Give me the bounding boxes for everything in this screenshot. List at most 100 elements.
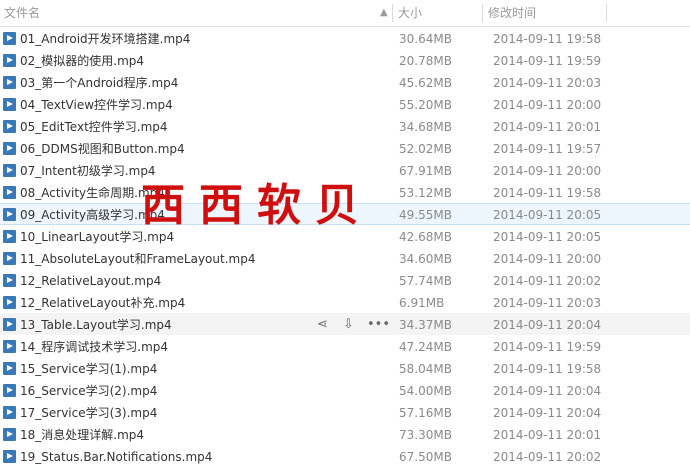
file-name[interactable]: 04_TextView控件学习.mp4 [20,94,173,116]
file-row[interactable]: 12_RelativeLayout补充.mp4 6.91MB 2014-09-11 … [0,291,690,313]
watermark-text: 西西软贝 [141,180,373,231]
file-modified-date: 2014-09-11 20:03 [493,76,602,90]
file-row[interactable]: 06_DDMS视图和Button.mp4 52.02MB 2014-09-11 19… [0,137,690,159]
file-size: 54.00MB [399,384,452,398]
file-size: 49.55MB [399,208,452,222]
file-size: 45.62MB [399,76,452,90]
file-modified-date: 2014-09-11 20:01 [493,428,602,442]
column-size-header[interactable]: 大小 [398,0,422,26]
file-modified-date: 2014-09-11 20:04 [493,318,602,332]
file-size: 58.04MB [399,362,452,376]
video-file-icon [3,384,16,397]
file-modified-date: 2014-09-11 20:05 [493,208,602,222]
file-row[interactable]: 02_模拟器的使用.mp4 20.78MB 2014-09-11 19:59 [0,49,690,71]
file-modified-date: 2014-09-11 19:58 [493,32,602,46]
video-file-icon [3,98,16,111]
file-name[interactable]: 06_DDMS视图和Button.mp4 [20,138,185,160]
file-size: 57.16MB [399,406,452,420]
column-name-header[interactable]: 文件名 [4,0,40,26]
file-name[interactable]: 17_Service学习(3).mp4 [20,402,157,424]
file-modified-date: 2014-09-11 20:05 [493,230,602,244]
file-size: 30.64MB [399,32,452,46]
file-size: 55.20MB [399,98,452,112]
file-name[interactable]: 18_消息处理详解.mp4 [20,424,144,446]
file-size: 47.24MB [399,340,452,354]
file-modified-date: 2014-09-11 20:04 [493,384,602,398]
video-file-icon [3,252,16,265]
file-modified-date: 2014-09-11 19:59 [493,54,602,68]
file-modified-date: 2014-09-11 20:00 [493,252,602,266]
file-modified-date: 2014-09-11 19:58 [493,186,602,200]
video-file-icon [3,340,16,353]
file-name[interactable]: 13_Table.Layout学习.mp4 [20,314,172,336]
video-file-icon [3,318,16,331]
file-modified-date: 2014-09-11 20:01 [493,120,602,134]
file-modified-date: 2014-09-11 19:59 [493,340,602,354]
file-row[interactable]: 01_Android开发环境搭建.mp4 30.64MB 2014-09-11 19… [0,27,690,49]
file-name[interactable]: 05_EditText控件学习.mp4 [20,116,168,138]
file-name[interactable]: 02_模拟器的使用.mp4 [20,50,144,72]
video-file-icon [3,274,16,287]
video-file-icon [3,230,16,243]
video-file-icon [3,164,16,177]
video-file-icon [3,428,16,441]
file-row[interactable]: 13_Table.Layout学习.mp4 ⋖ ⇩ ••• 34.37MB 2014-09… [0,313,690,335]
file-modified-date: 2014-09-11 20:02 [493,450,602,464]
file-name[interactable]: 12_RelativeLayout.mp4 [20,270,161,292]
file-row[interactable]: 03_第一个Android程序.mp4 45.62MB 2014-09-11 20:… [0,71,690,93]
file-size: 67.91MB [399,164,452,178]
file-list: 01_Android开发环境搭建.mp4 30.64MB 2014-09-11 19… [0,27,690,467]
column-divider[interactable] [392,4,393,22]
more-icon[interactable]: ••• [367,314,390,336]
file-row[interactable]: 17_Service学习(3).mp4 57.16MB 2014-09-11 20:… [0,401,690,423]
file-size: 42.68MB [399,230,452,244]
file-row[interactable]: 14_程序调试技术学习.mp4 47.24MB 2014-09-11 19:59 [0,335,690,357]
file-row[interactable]: 05_EditText控件学习.mp4 34.68MB 2014-09-11 20:… [0,115,690,137]
column-date-header[interactable]: 修改时间 [488,0,536,26]
file-name[interactable]: 16_Service学习(2).mp4 [20,380,157,402]
file-name[interactable]: 07_Intent初级学习.mp4 [20,160,156,182]
file-name[interactable]: 19_Status.Bar.Notifications.mp4 [20,446,212,468]
video-file-icon [3,120,16,133]
video-file-icon [3,406,16,419]
column-divider[interactable] [606,4,607,22]
file-modified-date: 2014-09-11 20:02 [493,274,602,288]
file-row[interactable]: 15_Service学习(1).mp4 58.04MB 2014-09-11 19:… [0,357,690,379]
file-row[interactable]: 04_TextView控件学习.mp4 55.20MB 2014-09-11 20:… [0,93,690,115]
video-file-icon [3,32,16,45]
file-size: 73.30MB [399,428,452,442]
file-name[interactable]: 11_AbsoluteLayout和FrameLayout.mp4 [20,248,255,270]
file-modified-date: 2014-09-11 20:04 [493,406,602,420]
file-name[interactable]: 14_程序调试技术学习.mp4 [20,336,168,358]
file-name[interactable]: 12_RelativeLayout补充.mp4 [20,292,185,314]
video-file-icon [3,296,16,309]
file-row[interactable]: 12_RelativeLayout.mp4 57.74MB 2014-09-11 2… [0,269,690,291]
file-modified-date: 2014-09-11 19:57 [493,142,602,156]
file-size: 6.91MB [399,296,445,310]
video-file-icon [3,208,16,221]
file-size: 34.60MB [399,252,452,266]
video-file-icon [3,186,16,199]
file-modified-date: 2014-09-11 20:03 [493,296,602,310]
file-row[interactable]: 19_Status.Bar.Notifications.mp4 67.50MB 20… [0,445,690,467]
file-size: 53.12MB [399,186,452,200]
file-name[interactable]: 03_第一个Android程序.mp4 [20,72,178,94]
video-file-icon [3,54,16,67]
file-size: 20.78MB [399,54,452,68]
file-name[interactable]: 01_Android开发环境搭建.mp4 [20,28,190,50]
file-size: 57.74MB [399,274,452,288]
file-size: 34.68MB [399,120,452,134]
file-row[interactable]: 11_AbsoluteLayout和FrameLayout.mp4 34.60MB… [0,247,690,269]
file-row[interactable]: 18_消息处理详解.mp4 73.30MB 2014-09-11 20:01 [0,423,690,445]
video-file-icon [3,76,16,89]
video-file-icon [3,142,16,155]
file-row[interactable]: 16_Service学习(2).mp4 54.00MB 2014-09-11 20:… [0,379,690,401]
file-size: 67.50MB [399,450,452,464]
column-divider[interactable] [482,4,483,22]
file-name[interactable]: 15_Service学习(1).mp4 [20,358,157,380]
download-icon[interactable]: ⇩ [343,314,354,336]
share-icon[interactable]: ⋖ [317,314,328,336]
caret-up-icon[interactable]: ▲ [380,0,388,26]
file-size: 34.37MB [399,318,452,332]
video-file-icon [3,450,16,463]
